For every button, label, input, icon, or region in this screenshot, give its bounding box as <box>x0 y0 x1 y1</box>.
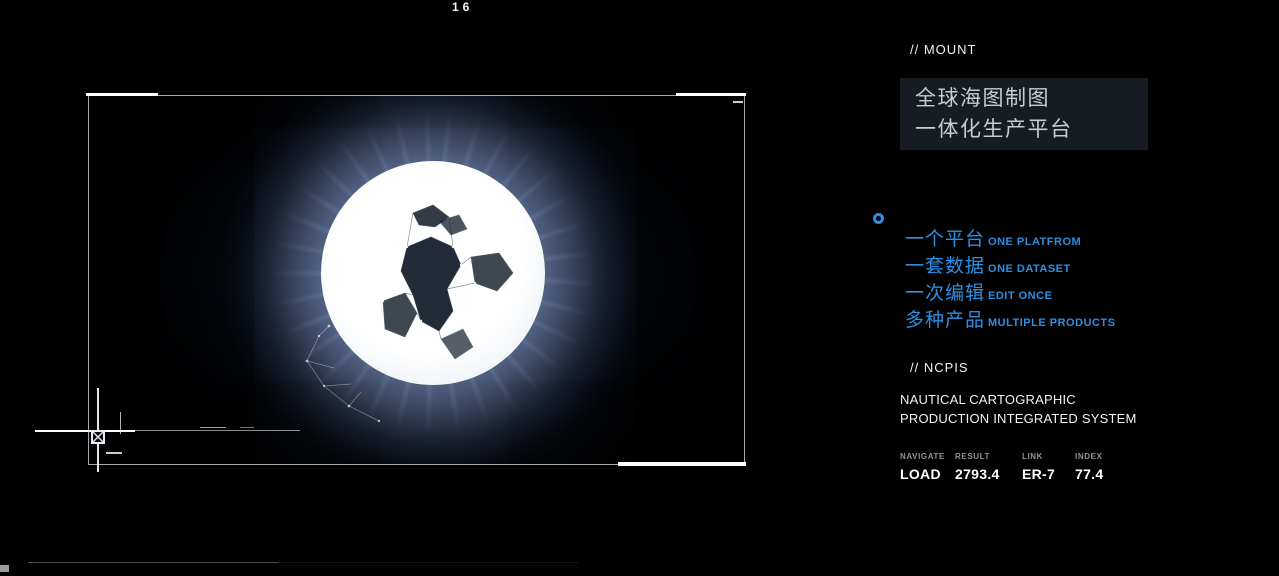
stat-navigate: NAVIGATE LOAD <box>900 452 955 482</box>
platform-title-line1: 全球海图制图 <box>915 83 1148 114</box>
frame-baseline-dim <box>135 430 300 431</box>
frame-accent-bottom-right <box>618 462 746 466</box>
frame-accent-top-right <box>676 93 746 96</box>
feature-item: 一次编辑 EDIT ONCE <box>905 278 1115 305</box>
feature-en-label: ONE DATASET <box>988 263 1071 275</box>
screen-bottom-line-faint <box>278 562 578 563</box>
globe-viewport-frame <box>88 95 745 465</box>
stat-result: RESULT 2793.4 <box>955 452 1022 482</box>
status-readout: NAVIGATE LOAD RESULT 2793.4 LINK ER-7 IN… <box>900 452 1103 482</box>
stat-value: LOAD <box>900 466 955 482</box>
platform-title-line2: 一体化生产平台 <box>915 114 1148 145</box>
feature-zh-label: 一次编辑 <box>905 278 985 305</box>
stat-link: LINK ER-7 <box>1022 452 1075 482</box>
stat-label: NAVIGATE <box>900 452 955 461</box>
frame-marker-square-icon <box>91 430 105 444</box>
frame-marker-vline-small <box>120 412 121 434</box>
stat-label: LINK <box>1022 452 1075 461</box>
feature-zh-label: 多种产品 <box>905 305 985 332</box>
feature-item: 一个平台 ONE PLATFROM <box>905 224 1115 251</box>
frame-accent-top-right-tick <box>733 101 743 103</box>
mount-section-label: // MOUNT <box>910 42 977 57</box>
feature-item: 多种产品 MULTIPLE PRODUCTS <box>905 305 1115 332</box>
feature-list: 一个平台 ONE PLATFROM 一套数据 ONE DATASET 一次编辑 … <box>905 224 1115 332</box>
screen-bottom-line <box>28 562 278 563</box>
frame-accent-top-left <box>86 93 158 96</box>
feature-zh-label: 一个平台 <box>905 224 985 251</box>
feature-en-label: ONE PLATFROM <box>988 236 1081 248</box>
system-name-line1: NAUTICAL CARTOGRAPHIC <box>900 391 1136 410</box>
system-name: NAUTICAL CARTOGRAPHIC PRODUCTION INTEGRA… <box>900 391 1136 428</box>
feature-en-label: EDIT ONCE <box>988 290 1052 302</box>
globe-mesh-overlay <box>289 306 439 436</box>
frame-baseline-dash <box>240 427 254 428</box>
platform-title-box: 全球海图制图 一体化生产平台 <box>900 78 1148 150</box>
circle-outline-icon <box>873 213 884 224</box>
system-name-line2: PRODUCTION INTEGRATED SYSTEM <box>900 410 1136 429</box>
feature-en-label: MULTIPLE PRODUCTS <box>988 317 1115 329</box>
stat-label: INDEX <box>1075 452 1103 461</box>
stat-value: ER-7 <box>1022 466 1075 482</box>
stat-value: 77.4 <box>1075 466 1103 482</box>
stat-label: RESULT <box>955 452 1022 461</box>
frame-marker-hdash <box>106 452 122 454</box>
stat-value: 2793.4 <box>955 466 1022 482</box>
frame-baseline-dash <box>200 427 226 428</box>
feature-zh-label: 一套数据 <box>905 251 985 278</box>
screen-bottom-dot <box>0 565 9 572</box>
stat-index: INDEX 77.4 <box>1075 452 1103 482</box>
frame-counter: 16 <box>452 0 473 14</box>
ncpis-section-label: // NCPIS <box>910 360 969 375</box>
feature-item: 一套数据 ONE DATASET <box>905 251 1115 278</box>
